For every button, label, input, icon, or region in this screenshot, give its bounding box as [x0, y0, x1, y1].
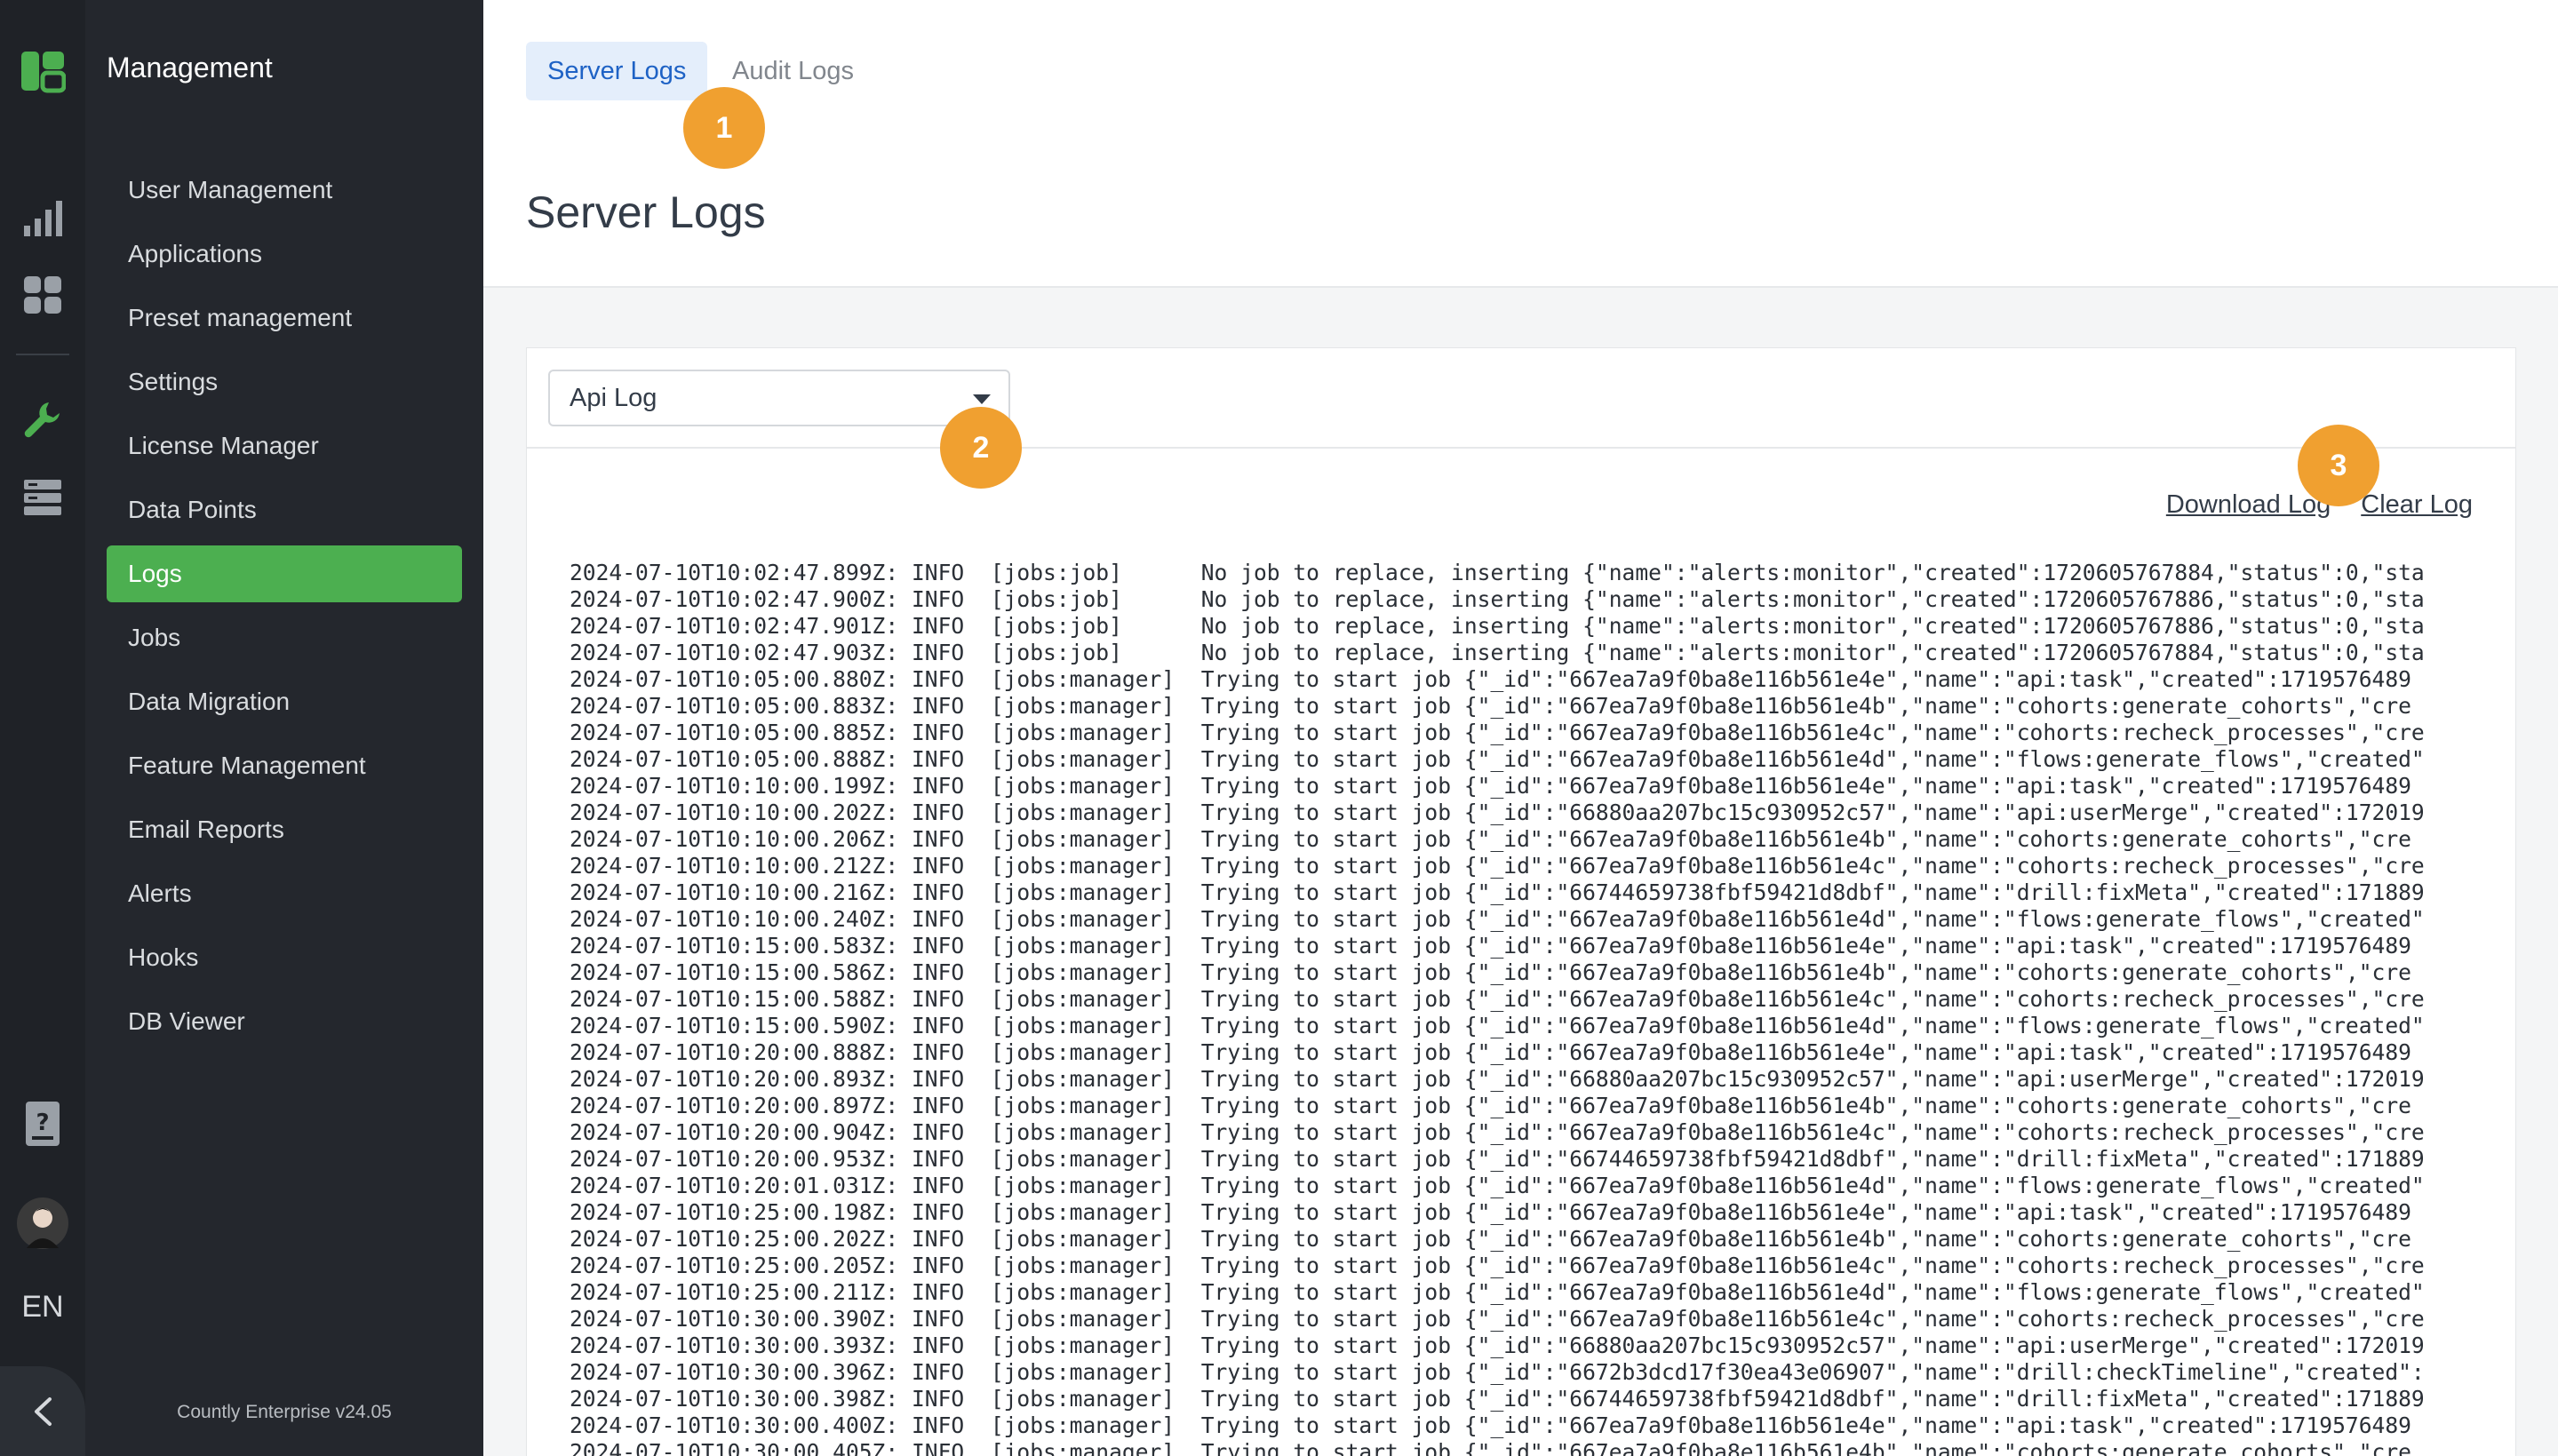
log-line: 2024-07-10T10:02:47.903Z: INFO [jobs:job… [570, 640, 2425, 665]
callout-badge-3: 3 [2298, 425, 2379, 506]
clear-log-link[interactable]: Clear Log [2361, 490, 2473, 520]
sidebar-item-alerts[interactable]: Alerts [107, 865, 462, 922]
log-line: 2024-07-10T10:25:00.211Z: INFO [jobs:man… [570, 1279, 2425, 1305]
log-line: 2024-07-10T10:30:00.400Z: INFO [jobs:man… [570, 1412, 2411, 1438]
log-line: 2024-07-10T10:30:00.393Z: INFO [jobs:man… [570, 1333, 2425, 1358]
log-line: 2024-07-10T10:30:00.405Z: INFO [jobs:man… [570, 1439, 2411, 1456]
log-line: 2024-07-10T10:02:47.900Z: INFO [jobs:job… [570, 586, 2425, 612]
log-line: 2024-07-10T10:20:00.888Z: INFO [jobs:man… [570, 1039, 2411, 1065]
app-logo-icon[interactable] [0, 46, 85, 96]
log-line: 2024-07-10T10:02:47.899Z: INFO [jobs:job… [570, 560, 2425, 585]
log-line: 2024-07-10T10:10:00.212Z: INFO [jobs:man… [570, 853, 2425, 879]
callout-badge-1: 1 [683, 87, 765, 169]
log-line: 2024-07-10T10:20:00.904Z: INFO [jobs:man… [570, 1119, 2425, 1145]
server-stack-icon[interactable] [0, 474, 85, 521]
sidebar-item-jobs[interactable]: Jobs [107, 609, 462, 666]
log-line: 2024-07-10T10:30:00.398Z: INFO [jobs:man… [570, 1386, 2425, 1412]
sidebar-nav: User Management Applications Preset mana… [107, 162, 462, 1057]
log-line: 2024-07-10T10:05:00.885Z: INFO [jobs:man… [570, 720, 2425, 745]
caret-down-icon [973, 394, 991, 404]
sidebar-item-license-manager[interactable]: License Manager [107, 418, 462, 474]
log-line: 2024-07-10T10:25:00.205Z: INFO [jobs:man… [570, 1253, 2425, 1278]
sidebar-item-data-points[interactable]: Data Points [107, 481, 462, 538]
log-line: 2024-07-10T10:15:00.590Z: INFO [jobs:man… [570, 1013, 2425, 1038]
sidebar-item-feature-management[interactable]: Feature Management [107, 737, 462, 794]
log-type-select[interactable]: Api Log [548, 370, 1010, 426]
icon-rail: ? EN [0, 0, 85, 1456]
page-title: Server Logs [526, 187, 766, 237]
log-line: 2024-07-10T10:10:00.202Z: INFO [jobs:man… [570, 800, 2425, 825]
log-line: 2024-07-10T10:20:01.031Z: INFO [jobs:man… [570, 1173, 2425, 1198]
dashboard-chart-icon[interactable] [0, 195, 85, 242]
management-sidebar: Management User Management Applications … [85, 0, 483, 1456]
log-line: 2024-07-10T10:30:00.396Z: INFO [jobs:man… [570, 1359, 2425, 1385]
help-book-icon[interactable]: ? [0, 1098, 85, 1150]
rail-divider [16, 354, 69, 355]
version-label: Countly Enterprise v24.05 [177, 1402, 392, 1422]
log-line: 2024-07-10T10:05:00.888Z: INFO [jobs:man… [570, 746, 2425, 772]
sidebar-item-settings[interactable]: Settings [107, 354, 462, 410]
log-line: 2024-07-10T10:02:47.901Z: INFO [jobs:job… [570, 613, 2425, 639]
log-line: 2024-07-10T10:10:00.216Z: INFO [jobs:man… [570, 879, 2425, 905]
page-header: Server Logs Audit Logs Server Logs [483, 0, 2558, 288]
log-line: 2024-07-10T10:15:00.586Z: INFO [jobs:man… [570, 959, 2411, 985]
sidebar-item-hooks[interactable]: Hooks [107, 929, 462, 986]
log-panel: Api Log Download Log Clear Log 2024-07-1… [526, 347, 2516, 1456]
log-line: 2024-07-10T10:25:00.198Z: INFO [jobs:man… [570, 1199, 2411, 1225]
apps-grid-icon[interactable] [0, 272, 85, 318]
sidebar-item-applications[interactable]: Applications [107, 226, 462, 282]
sidebar-item-logs[interactable]: Logs [107, 545, 462, 602]
sidebar-item-email-reports[interactable]: Email Reports [107, 801, 462, 858]
avatar[interactable] [0, 1196, 85, 1251]
panel-toolbar: Api Log [527, 348, 2515, 449]
sidebar-item-preset-management[interactable]: Preset management [107, 290, 462, 346]
log-line: 2024-07-10T10:15:00.583Z: INFO [jobs:man… [570, 933, 2411, 959]
log-line: 2024-07-10T10:15:00.588Z: INFO [jobs:man… [570, 986, 2425, 1012]
log-line: 2024-07-10T10:05:00.883Z: INFO [jobs:man… [570, 693, 2411, 719]
log-line: 2024-07-10T10:25:00.202Z: INFO [jobs:man… [570, 1226, 2411, 1252]
language-switcher[interactable]: EN [0, 1290, 85, 1325]
log-line: 2024-07-10T10:20:00.953Z: INFO [jobs:man… [570, 1146, 2425, 1172]
wrench-icon[interactable] [0, 396, 85, 442]
svg-text:?: ? [36, 1110, 49, 1136]
sidebar-item-db-viewer[interactable]: DB Viewer [107, 993, 462, 1050]
collapse-sidebar-button[interactable] [0, 1366, 85, 1456]
log-line: 2024-07-10T10:10:00.199Z: INFO [jobs:man… [570, 773, 2411, 799]
sidebar-item-data-migration[interactable]: Data Migration [107, 673, 462, 730]
sidebar-title: Management [107, 52, 273, 84]
chevron-left-icon [35, 1396, 52, 1426]
log-line: 2024-07-10T10:10:00.206Z: INFO [jobs:man… [570, 826, 2411, 852]
log-type-select-value: Api Log [570, 383, 657, 412]
callout-badge-2: 2 [940, 407, 1022, 489]
log-line: 2024-07-10T10:20:00.893Z: INFO [jobs:man… [570, 1066, 2425, 1092]
log-line: 2024-07-10T10:30:00.390Z: INFO [jobs:man… [570, 1306, 2425, 1332]
sidebar-item-user-management[interactable]: User Management [107, 162, 462, 219]
download-log-link[interactable]: Download Log [2166, 490, 2331, 520]
log-line: 2024-07-10T10:20:00.897Z: INFO [jobs:man… [570, 1093, 2411, 1118]
log-line: 2024-07-10T10:05:00.880Z: INFO [jobs:man… [570, 666, 2411, 692]
tab-server-logs[interactable]: Server Logs [526, 42, 708, 100]
log-output: 2024-07-10T10:02:47.899Z: INFO [jobs:job… [570, 560, 2517, 1456]
log-line: 2024-07-10T10:10:00.240Z: INFO [jobs:man… [570, 906, 2425, 932]
